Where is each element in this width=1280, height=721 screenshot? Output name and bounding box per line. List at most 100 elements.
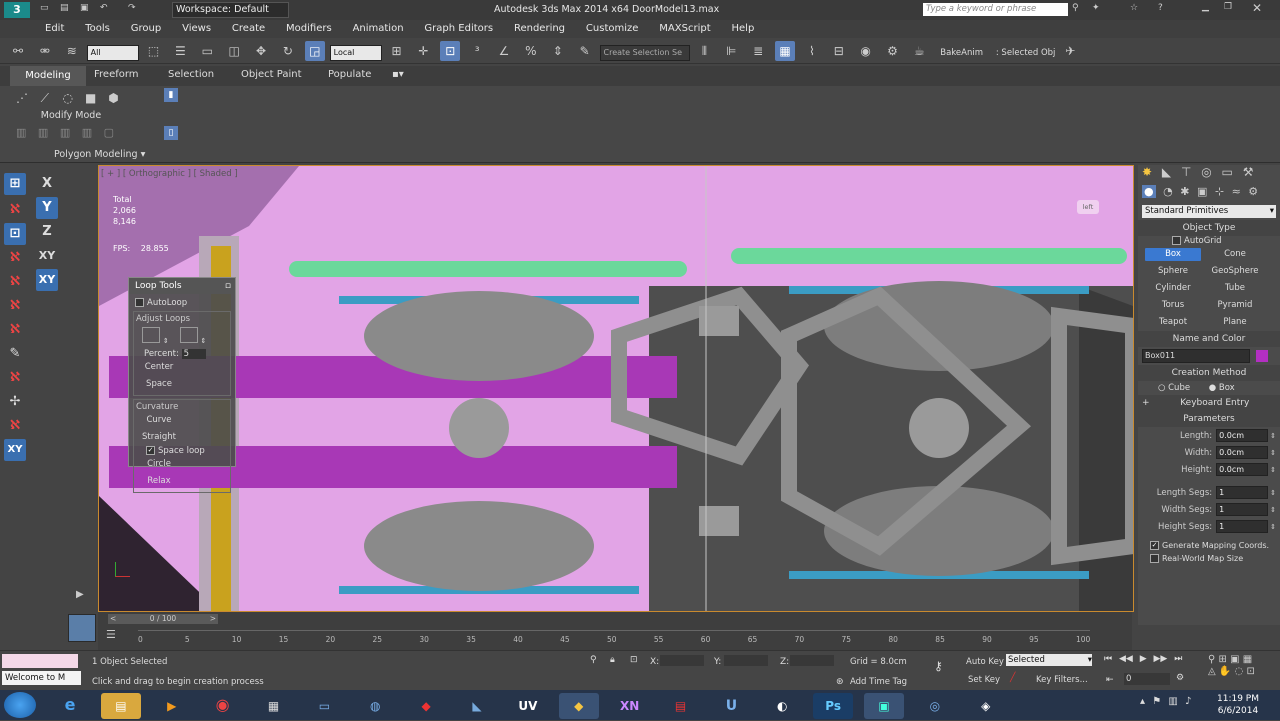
- axis-x-button[interactable]: X: [36, 173, 58, 195]
- schematic-view-icon[interactable]: ⊟: [829, 41, 849, 61]
- volume-icon[interactable]: ♪: [1185, 696, 1191, 707]
- generate-mapping-checkbox[interactable]: ✓ Generate Mapping Coords.: [1138, 535, 1280, 550]
- maya-icon[interactable]: ▣: [864, 693, 904, 719]
- play-icon[interactable]: ▶: [1140, 654, 1147, 664]
- window-crossing-icon[interactable]: ◫: [224, 41, 244, 61]
- spinner-snap-icon[interactable]: ⇕: [548, 41, 568, 61]
- clock[interactable]: 11:19 PM 6/6/2014: [1208, 693, 1268, 717]
- select-by-name-icon[interactable]: ☰: [170, 41, 190, 61]
- go-to-end-icon[interactable]: ⏭: [1174, 654, 1182, 664]
- steam-icon[interactable]: ◐: [762, 693, 802, 719]
- key-mode-toggle-icon[interactable]: ⇤: [1106, 675, 1114, 685]
- utilities-tab-icon[interactable]: ⚒: [1243, 165, 1254, 179]
- cameras-icon[interactable]: ▣: [1197, 185, 1207, 198]
- menu-views[interactable]: Views: [173, 20, 220, 38]
- edge-icon[interactable]: ⟋: [36, 90, 54, 106]
- straight-button[interactable]: Straight: [137, 431, 181, 444]
- keyboard-entry-header[interactable]: + Keyboard Entry: [1138, 395, 1280, 411]
- minimize-icon[interactable]: ▁: [1202, 2, 1209, 12]
- favorites-star-icon[interactable]: ☆: [1130, 3, 1138, 13]
- workspace-dropdown[interactable]: Workspace: Default: [172, 2, 289, 18]
- named-selection-dropdown[interactable]: Create Selection Se: [599, 44, 690, 61]
- spinner-icon[interactable]: ⇕: [1270, 432, 1276, 440]
- menu-maxscript[interactable]: MAXScript: [650, 20, 719, 38]
- autogrid-checkbox[interactable]: AutoGrid: [1138, 236, 1280, 246]
- quick-access-new-icon[interactable]: ▭: [40, 3, 49, 13]
- axis-tripod-icon[interactable]: ✢: [4, 391, 26, 413]
- bind-space-warp-icon[interactable]: ≋: [62, 41, 82, 61]
- spinner-icon[interactable]: ⇕: [163, 337, 169, 345]
- systems-icon[interactable]: ⚙: [1248, 185, 1258, 198]
- windows-media-icon[interactable]: ◎: [915, 693, 955, 719]
- menu-create[interactable]: Create: [223, 20, 274, 38]
- paint-icon[interactable]: ◆: [406, 693, 446, 719]
- previous-frame-icon[interactable]: ◀◀: [1119, 654, 1133, 664]
- polygon-icon[interactable]: ■: [82, 90, 100, 106]
- move-icon[interactable]: ✥: [251, 41, 271, 61]
- unity-icon[interactable]: U: [711, 693, 751, 719]
- spinner-icon[interactable]: ⇕: [201, 337, 207, 345]
- select-object-icon[interactable]: ⬚: [144, 41, 164, 61]
- element-icon[interactable]: ⬢: [105, 90, 123, 106]
- key-mode-icon[interactable]: [68, 614, 96, 642]
- length-field[interactable]: 0.0cm: [1216, 429, 1269, 442]
- y-coord-field[interactable]: [724, 655, 768, 666]
- key-mode-dropdown[interactable]: Selected ▾: [1006, 654, 1092, 666]
- tab-freeform[interactable]: Freeform: [94, 69, 139, 80]
- documents-icon[interactable]: ▦: [254, 693, 294, 719]
- toolbag-icon[interactable]: ▤: [661, 693, 701, 719]
- pivot-center-icon[interactable]: ⊞: [387, 41, 407, 61]
- add-time-tag[interactable]: Add Time Tag: [850, 677, 907, 687]
- slider-next-icon[interactable]: >: [210, 614, 216, 624]
- uv-layout-icon[interactable]: UV: [508, 693, 548, 719]
- menu-modifiers[interactable]: Modifiers: [277, 20, 341, 38]
- box-radio[interactable]: ● Box: [1209, 383, 1235, 393]
- binoculars-icon[interactable]: ⚲: [1072, 3, 1079, 13]
- loop-tools-title[interactable]: Loop Tools ▫: [129, 278, 235, 294]
- edit-named-selection-icon[interactable]: ✎: [575, 41, 595, 61]
- redo-icon[interactable]: ↷: [128, 3, 136, 13]
- set-key-button[interactable]: Set Key: [968, 675, 1000, 685]
- ribbon-tool-icon[interactable]: ▥: [38, 126, 48, 139]
- name-and-color-header[interactable]: Name and Color: [1138, 331, 1280, 347]
- set-key-icon[interactable]: ╱: [1010, 673, 1015, 683]
- selected-obj-label[interactable]: : Selected Obj: [996, 48, 1056, 58]
- graphite-toggle-icon[interactable]: ▦: [775, 41, 795, 61]
- go-to-start-icon[interactable]: ⏮: [1104, 654, 1112, 664]
- snap-pivot-icon[interactable]: ℵ: [4, 295, 26, 317]
- shapes-icon[interactable]: ◔: [1163, 185, 1173, 198]
- zoom-all-icon[interactable]: ⊞: [1219, 654, 1227, 665]
- current-frame-field[interactable]: 0: [1124, 673, 1170, 685]
- display-tab-icon[interactable]: ▭: [1222, 165, 1233, 179]
- ribbon-tool-icon[interactable]: ▥: [16, 126, 26, 139]
- torus-button[interactable]: Torus: [1145, 299, 1201, 312]
- height-field[interactable]: 0.0cm: [1216, 463, 1269, 476]
- circle-button[interactable]: Circle: [137, 458, 181, 471]
- menu-tools[interactable]: Tools: [76, 20, 119, 38]
- ribbon-tool-icon[interactable]: ▢: [104, 126, 114, 139]
- menu-edit[interactable]: Edit: [36, 20, 73, 38]
- zoom-extents-icon[interactable]: ▣: [1230, 654, 1239, 665]
- helpers-icon[interactable]: ⊹: [1215, 185, 1224, 198]
- autoloop-checkbox[interactable]: AutoLoop: [135, 298, 229, 308]
- photoshop-icon[interactable]: Ps: [813, 693, 854, 719]
- track-bar[interactable]: 0 5 10 15 20 25 30 35 40 45 50 55 60 65 70 75 80 85 90 95 10…: [138, 630, 1090, 649]
- key-icon[interactable]: ⚷: [934, 659, 943, 673]
- motion-tab-icon[interactable]: ◎: [1201, 165, 1211, 179]
- tab-selection[interactable]: Selection: [168, 69, 214, 80]
- time-slider[interactable]: < 0 / 100 >: [108, 614, 218, 624]
- time-config-icon[interactable]: ⚙: [1176, 673, 1184, 683]
- time-tag-icon[interactable]: ⊛: [836, 677, 844, 687]
- hierarchy-tab-icon[interactable]: ⊤: [1181, 165, 1191, 179]
- start-button-icon[interactable]: [4, 692, 36, 718]
- loop-spacing-icon[interactable]: [142, 327, 160, 343]
- spinner-icon[interactable]: ⇕: [1270, 449, 1276, 457]
- xnormal-icon[interactable]: XN: [610, 693, 650, 719]
- geosphere-button[interactable]: GeoSphere: [1207, 265, 1263, 278]
- box-button[interactable]: Box: [1145, 248, 1201, 261]
- relax-button[interactable]: Relax: [137, 475, 181, 488]
- paint-icon[interactable]: ✎: [4, 343, 26, 365]
- snaps-toggle-icon[interactable]: ³: [467, 41, 487, 61]
- rect-selection-icon[interactable]: ▭: [197, 41, 217, 61]
- undo-icon[interactable]: ↶: [100, 3, 108, 13]
